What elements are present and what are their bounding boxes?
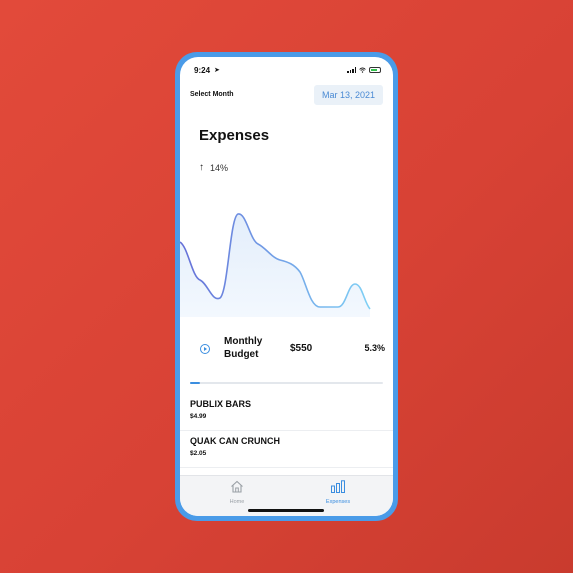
budget-label: Monthly Budget (224, 336, 263, 360)
tab-home[interactable]: Home (207, 480, 267, 505)
monthly-budget-row[interactable]: Monthly Budget $550 5.3% (180, 332, 393, 366)
tab-label-expenses: Expenses (325, 499, 351, 505)
budget-amount: $550 (290, 343, 313, 354)
page-title: Expenses (199, 127, 270, 144)
budget-progress-fill (190, 382, 201, 384)
wifi-icon (359, 67, 366, 73)
location-icon: ➤ (214, 67, 220, 74)
select-month-label[interactable]: Select Month (190, 91, 234, 98)
expense-name: PUBLIX BARS (190, 399, 252, 409)
status-time: 9:24 (194, 66, 211, 75)
expense-name: QUAK CAN CRUNCH (190, 436, 280, 446)
date-picker-button[interactable]: Mar 13, 2021 (313, 85, 383, 105)
expense-price: $2.05 (190, 450, 207, 457)
expense-list-item[interactable]: PUBLIX BARS $4.99 (180, 394, 393, 431)
home-icon (231, 480, 243, 493)
signal-icon (347, 67, 356, 73)
play-circle-icon (200, 344, 210, 354)
app-screen: 9:24 ➤ Select Month Mar 13, 2021 Expense… (180, 57, 393, 516)
status-icons (347, 67, 381, 73)
change-value: 14% (210, 162, 229, 173)
phone-frame: 9:24 ➤ Select Month Mar 13, 2021 Expense… (175, 52, 398, 521)
bar-chart-icon (331, 480, 345, 493)
chart-area-fill (180, 213, 370, 317)
battery-icon (369, 67, 381, 73)
budget-percent: 5.3% (364, 343, 385, 353)
expenses-chart (180, 213, 371, 317)
expense-list-item[interactable]: QUAK CAN CRUNCH $2.05 (180, 431, 393, 468)
change-indicator: ↑ 14% (199, 162, 228, 173)
home-indicator (248, 509, 324, 512)
header: Select Month Mar 13, 2021 (180, 85, 393, 107)
status-bar: 9:24 ➤ (180, 57, 393, 83)
tab-expenses[interactable]: Expenses (308, 480, 368, 505)
expense-price: $4.99 (190, 413, 207, 420)
tab-label-home: Home (229, 499, 245, 505)
arrow-up-icon: ↑ (199, 162, 204, 173)
budget-progress-bar (190, 382, 383, 384)
